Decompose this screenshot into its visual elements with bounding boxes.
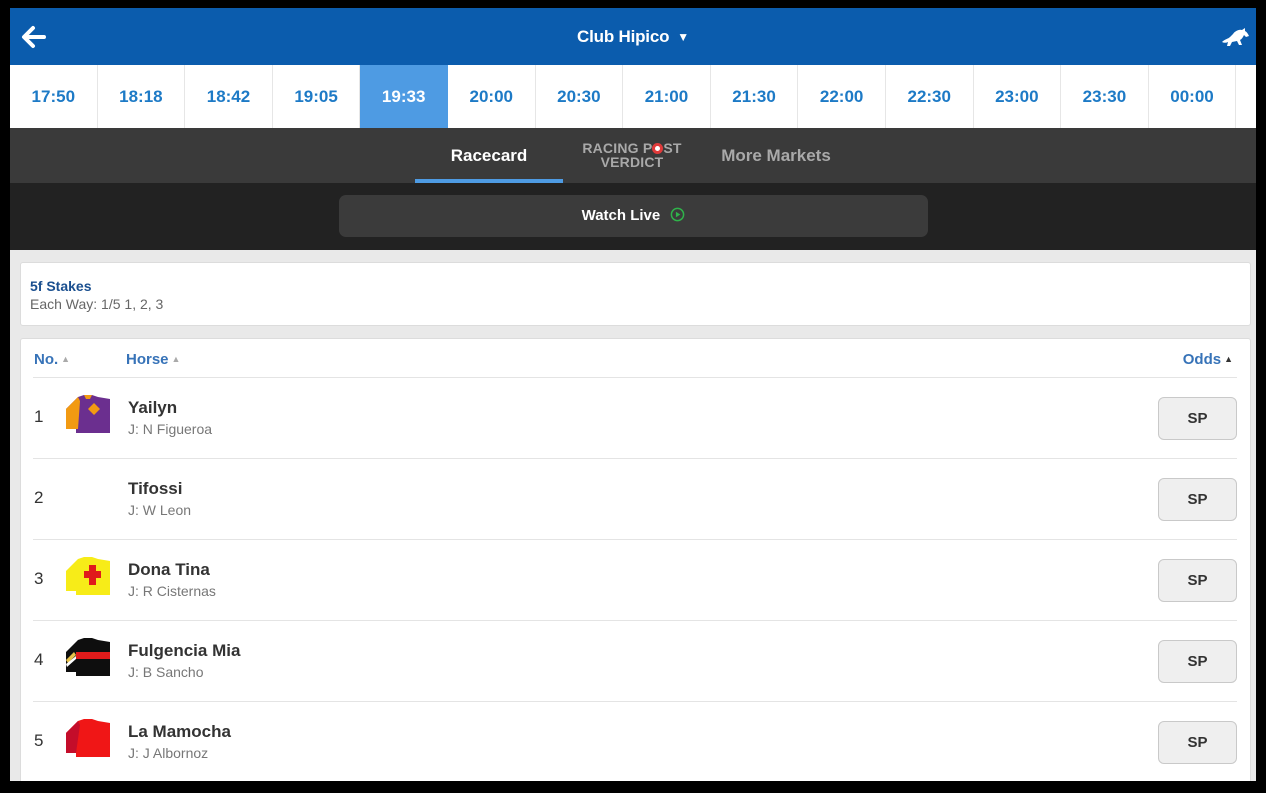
runner-row[interactable]: 2 Tifossi J: W Leon SP	[33, 459, 1237, 540]
tab-racecard[interactable]: Racecard	[415, 128, 563, 183]
runner-number: 4	[34, 650, 44, 669]
runner-number: 2	[34, 488, 44, 507]
horse-racing-icon[interactable]	[1220, 26, 1250, 48]
venue-title: Club Hipico	[577, 27, 670, 46]
odds-button[interactable]: SP	[1158, 721, 1237, 764]
race-time-tab[interactable]: 21:00	[623, 65, 711, 128]
verdict-logo-text-b: ST	[663, 140, 682, 156]
sort-up-icon: ▲	[1224, 354, 1233, 364]
race-time-tab[interactable]: 22:30	[886, 65, 974, 128]
runners-header: No. ▲ Horse ▲ Odds ▲	[33, 339, 1237, 378]
runner-row[interactable]: 4 Fulgencia Mia J: B Sancho SP	[33, 621, 1237, 702]
sort-by-number[interactable]: No. ▲	[34, 351, 70, 368]
horse-name[interactable]: La Mamocha	[128, 722, 231, 742]
watch-live-bar: Watch Live	[10, 183, 1256, 250]
jockey-name: J: R Cisternas	[128, 583, 216, 599]
runner-number: 1	[34, 407, 44, 426]
silk-yellow-red-icon	[66, 557, 110, 595]
odds-button[interactable]: SP	[1158, 640, 1237, 683]
verdict-logo-text-c: VERDICT	[600, 154, 664, 170]
race-time-tab[interactable]: 18:18	[98, 65, 186, 128]
sort-by-odds[interactable]: Odds ▲	[1183, 351, 1233, 368]
watch-live-label: Watch Live	[581, 207, 661, 224]
race-time-tab[interactable]: 19:33	[360, 65, 448, 128]
silk-red-icon	[66, 719, 110, 757]
venue-selector[interactable]: Club Hipico ▼	[10, 27, 1256, 47]
race-info-card: 5f Stakes Each Way: 1/5 1, 2, 3	[20, 262, 1251, 326]
jockey-name: J: J Albornoz	[128, 745, 209, 761]
race-tabs: Racecard RACING P ST VERDICT More Markets	[10, 128, 1256, 183]
race-time-tab[interactable]: 20:30	[536, 65, 624, 128]
horse-name[interactable]: Tifossi	[128, 479, 182, 499]
play-icon	[671, 207, 685, 222]
sort-up-icon: ▲	[171, 354, 181, 364]
race-time-tab[interactable]: 21:30	[711, 65, 799, 128]
sort-up-icon: ▲	[61, 354, 71, 364]
jockey-name: J: W Leon	[128, 502, 192, 518]
runner-number: 3	[34, 569, 44, 588]
race-time-tab[interactable]: 00:00	[1149, 65, 1237, 128]
racing-post-verdict-logo: RACING P ST VERDICT	[563, 141, 701, 169]
odds-button[interactable]: SP	[1158, 478, 1237, 521]
runners-card: No. ▲ Horse ▲ Odds ▲ 1 Yailyn J: N Figueroa…	[20, 338, 1251, 781]
runner-row[interactable]: 5 La Mamocha J: J Albornoz SP	[33, 702, 1237, 781]
runner-number: 5	[34, 731, 44, 750]
race-time-tab[interactable]: 20:00	[448, 65, 536, 128]
odds-button[interactable]: SP	[1158, 397, 1237, 440]
sort-by-horse[interactable]: Horse ▲	[126, 351, 180, 368]
runner-row[interactable]: 3 Dona Tina J: R Cisternas SP	[33, 540, 1237, 621]
race-name: 5f Stakes	[30, 278, 92, 294]
race-time-tab[interactable]: 23:00	[974, 65, 1062, 128]
jockey-name: J: B Sancho	[128, 664, 204, 680]
race-time-tab[interactable]: 17:50	[10, 65, 98, 128]
column-horse-label: Horse	[126, 351, 169, 368]
race-times-strip: 17:50 18:18 18:42 19:05 19:33 20:00 20:30 21:00…	[10, 65, 1256, 128]
app-frame: Club Hipico ▼ 17:50 18:18 18:42 19:05 19:33 20…	[0, 0, 1266, 793]
chevron-down-icon: ▼	[677, 30, 689, 44]
race-time-tab[interactable]: 22:00	[798, 65, 886, 128]
silk-black-red-icon	[66, 638, 110, 676]
horse-name[interactable]: Fulgencia Mia	[128, 641, 240, 661]
column-no-label: No.	[34, 351, 59, 368]
tab-more-markets[interactable]: More Markets	[701, 128, 851, 183]
race-time-tab[interactable]: 23:30	[1061, 65, 1149, 128]
horse-name[interactable]: Dona Tina	[128, 560, 210, 580]
silk-purple-orange-icon	[66, 395, 110, 433]
column-odds-label: Odds	[1182, 351, 1222, 368]
runner-row[interactable]: 1 Yailyn J: N Figueroa SP	[33, 378, 1237, 459]
jockey-name: J: N Figueroa	[128, 421, 213, 437]
post-dot-icon	[652, 143, 664, 154]
horse-name[interactable]: Yailyn	[128, 398, 177, 418]
each-way-terms: Each Way: 1/5 1, 2, 3	[30, 296, 164, 312]
odds-button[interactable]: SP	[1158, 559, 1237, 602]
race-time-tab[interactable]: 19:05	[273, 65, 361, 128]
race-time-tab[interactable]: 18:42	[185, 65, 273, 128]
header-bar: Club Hipico ▼	[10, 8, 1256, 65]
watch-live-button[interactable]: Watch Live	[339, 195, 928, 237]
tab-racing-post-verdict[interactable]: RACING P ST VERDICT	[563, 128, 701, 183]
